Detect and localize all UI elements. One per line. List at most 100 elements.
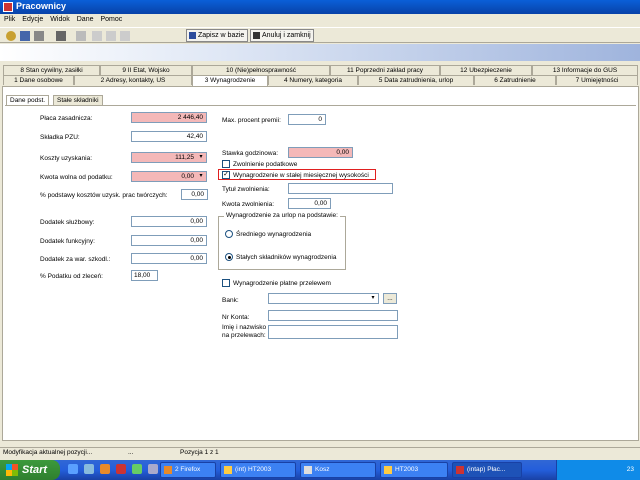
konto-label: Nr Konta: (222, 314, 250, 321)
tab-umiejetnosci[interactable]: 7 Umiejętności (556, 75, 638, 85)
task-ht2003[interactable]: HT2003 (380, 462, 448, 478)
dod-sluzbowy-input[interactable]: 0,00 (131, 216, 207, 227)
chevron-down-icon[interactable]: ▾ (197, 154, 205, 161)
quicklaunch-icon-2[interactable] (132, 464, 142, 474)
desktop-icon[interactable] (84, 464, 94, 474)
settings-icon[interactable] (6, 31, 16, 41)
kwota-wolna-select[interactable]: 0,00 ▾ (131, 171, 207, 182)
header-band (0, 44, 640, 61)
przelew-checkbox[interactable] (222, 279, 230, 287)
subtab-divider (5, 105, 636, 106)
radio-stale-label: Stałych składników wynagrodzenia (236, 254, 337, 261)
tytul-input[interactable] (288, 183, 393, 194)
tab-numery[interactable]: 4 Numery, kategoria (268, 75, 358, 85)
task-ht2003-label: HT2003 (395, 466, 419, 473)
max-premii-input[interactable]: 0 (288, 114, 326, 125)
tab-adresy[interactable]: 2 Adresy, kontakty, US (74, 75, 192, 85)
dod-sluzbowy-label: Dodatek służbowy: (40, 219, 95, 226)
dod-funkcyjny-input[interactable]: 0,00 (131, 235, 207, 246)
close-icon (253, 32, 260, 39)
stala-wysokosc-checkbox[interactable]: ✓ (222, 171, 230, 179)
cut-icon[interactable] (92, 31, 102, 41)
tab-wynagrodzenie[interactable]: 3 Wynagrodzenie (192, 75, 268, 86)
imie-label-1: Imię i nazwisko (222, 324, 267, 331)
save-icon[interactable] (20, 31, 30, 41)
folder-icon (384, 466, 392, 474)
tab-data-zatrudnienia[interactable]: 5 Data zatrudnienia, urlop (358, 75, 474, 85)
app-icon (3, 2, 13, 12)
chevron-down-icon[interactable]: ▾ (197, 173, 205, 180)
procent-kosztow-label: % podstawy kosztów uzysk. prac twórczych… (40, 192, 168, 199)
taskbar: Start 2 Firefox (int) HT2003 Kosz HT2003… (0, 460, 640, 480)
bank-select[interactable]: ▾ (268, 293, 379, 304)
tab-poprzedni-zaklad[interactable]: 11 Poprzedni zakład pracy (330, 65, 440, 75)
tab-informacje-gus[interactable]: 13 Informacje do GUS (532, 65, 638, 75)
task-int-ht2003-label: (int) HT2003 (235, 466, 272, 473)
save-to-db-label: Zapisz w bazie (198, 32, 245, 39)
paste-icon[interactable] (106, 31, 116, 41)
menu-pomoc[interactable]: Pomoc (96, 15, 125, 23)
menu-plik[interactable]: Plik (0, 15, 18, 23)
save-to-db-button[interactable]: Zapisz w bazie (186, 29, 248, 42)
start-label: Start (22, 464, 48, 476)
firefox-icon[interactable] (100, 464, 110, 474)
recycle-bin-icon (304, 466, 312, 474)
dod-szkodl-input[interactable]: 0,00 (131, 253, 207, 264)
koszty-value: 111,25 (175, 154, 194, 161)
podatek-zlecen-input[interactable]: 18,00 (131, 270, 158, 281)
tab-dane-osobowe[interactable]: 1 Dane osobowe (3, 75, 74, 85)
task-firefox[interactable]: 2 Firefox (160, 462, 216, 478)
quicklaunch-icon[interactable] (116, 464, 126, 474)
print-icon[interactable] (34, 31, 44, 41)
task-intap-place[interactable]: (intap) Płac... (452, 462, 522, 478)
windows-logo-icon (6, 464, 18, 476)
menu-dane[interactable]: Dane (73, 15, 97, 23)
stawka-input[interactable]: 0,00 (288, 147, 353, 158)
disk-icon (189, 32, 196, 39)
subtab-stale-skladniki[interactable]: Stałe składniki (53, 95, 103, 105)
ie-icon[interactable] (68, 464, 78, 474)
cancel-close-button[interactable]: Anuluj i zamknij (250, 29, 314, 42)
placa-input[interactable]: 2 446,40 (131, 112, 207, 123)
start-button[interactable]: Start (0, 460, 60, 480)
chevron-down-icon[interactable]: ▾ (369, 295, 377, 302)
procent-kosztow-input[interactable]: 0,00 (181, 189, 208, 200)
tab-ubezpieczenie[interactable]: 12 Ubezpieczenie (440, 65, 532, 75)
menu-widok[interactable]: Widok (46, 15, 72, 23)
kwota-wolna-label: Kwota wolna od podatku: (40, 174, 113, 181)
menu-edycje[interactable]: Edycje (18, 15, 46, 23)
folder-icon (224, 466, 232, 474)
kwota-zwolnienia-input[interactable]: 0,00 (288, 198, 331, 209)
radio-stale[interactable] (225, 253, 233, 261)
zwolnienie-podatkowe-label: Zwolnienie podatkowe (233, 161, 298, 168)
imie-label-2: na przelewach: (222, 332, 266, 339)
tab-niepelnosprawnosc[interactable]: 10 (Nie)pełnosprawność (192, 65, 330, 75)
podatek-zlecen-label: % Podatku od zleceń: (40, 273, 103, 280)
pzu-input[interactable]: 42,40 (131, 131, 207, 142)
zwolnienie-podatkowe-checkbox[interactable] (222, 160, 230, 168)
koszty-select[interactable]: 111,25 ▾ (131, 152, 207, 163)
radio-srednie-label: Średniego wynagrodzenia (236, 231, 312, 238)
bank-browse-button[interactable]: ... (383, 293, 397, 304)
tab-stan-cywilny[interactable]: 8 Stan cywilny, zasiłki (3, 65, 100, 75)
stawka-label: Stawka godzinowa: (222, 150, 279, 157)
undo-icon[interactable] (120, 31, 130, 41)
bank-label: Bank: (222, 297, 239, 304)
subtab-dane-podst[interactable]: Dane podst. (6, 95, 50, 105)
task-kosz[interactable]: Kosz (300, 462, 376, 478)
duplicate-icon[interactable] (76, 31, 86, 41)
tab-zatrudnienie[interactable]: 6 Zatrudnienie (474, 75, 556, 85)
placa-label: Płaca zasadnicza: (40, 115, 93, 122)
cancel-close-label: Anuluj i zamknij (262, 32, 311, 39)
system-tray: 23 (556, 460, 640, 480)
quicklaunch-icon-3[interactable] (148, 464, 158, 474)
task-int-ht2003[interactable]: (int) HT2003 (220, 462, 296, 478)
status-text: Modyfikacja aktualnej pozycji... (3, 449, 93, 456)
window-title: Pracownicy (16, 1, 67, 11)
konto-input[interactable] (268, 310, 398, 321)
copy-icon[interactable] (56, 31, 66, 41)
imie-input[interactable] (268, 325, 398, 339)
stala-wysokosc-label: Wynagrodzenie w stałej miesięcznej wysok… (233, 172, 369, 179)
tab-ii-etat[interactable]: 9 II Etat, Wojsko (100, 65, 192, 75)
radio-srednie[interactable] (225, 230, 233, 238)
